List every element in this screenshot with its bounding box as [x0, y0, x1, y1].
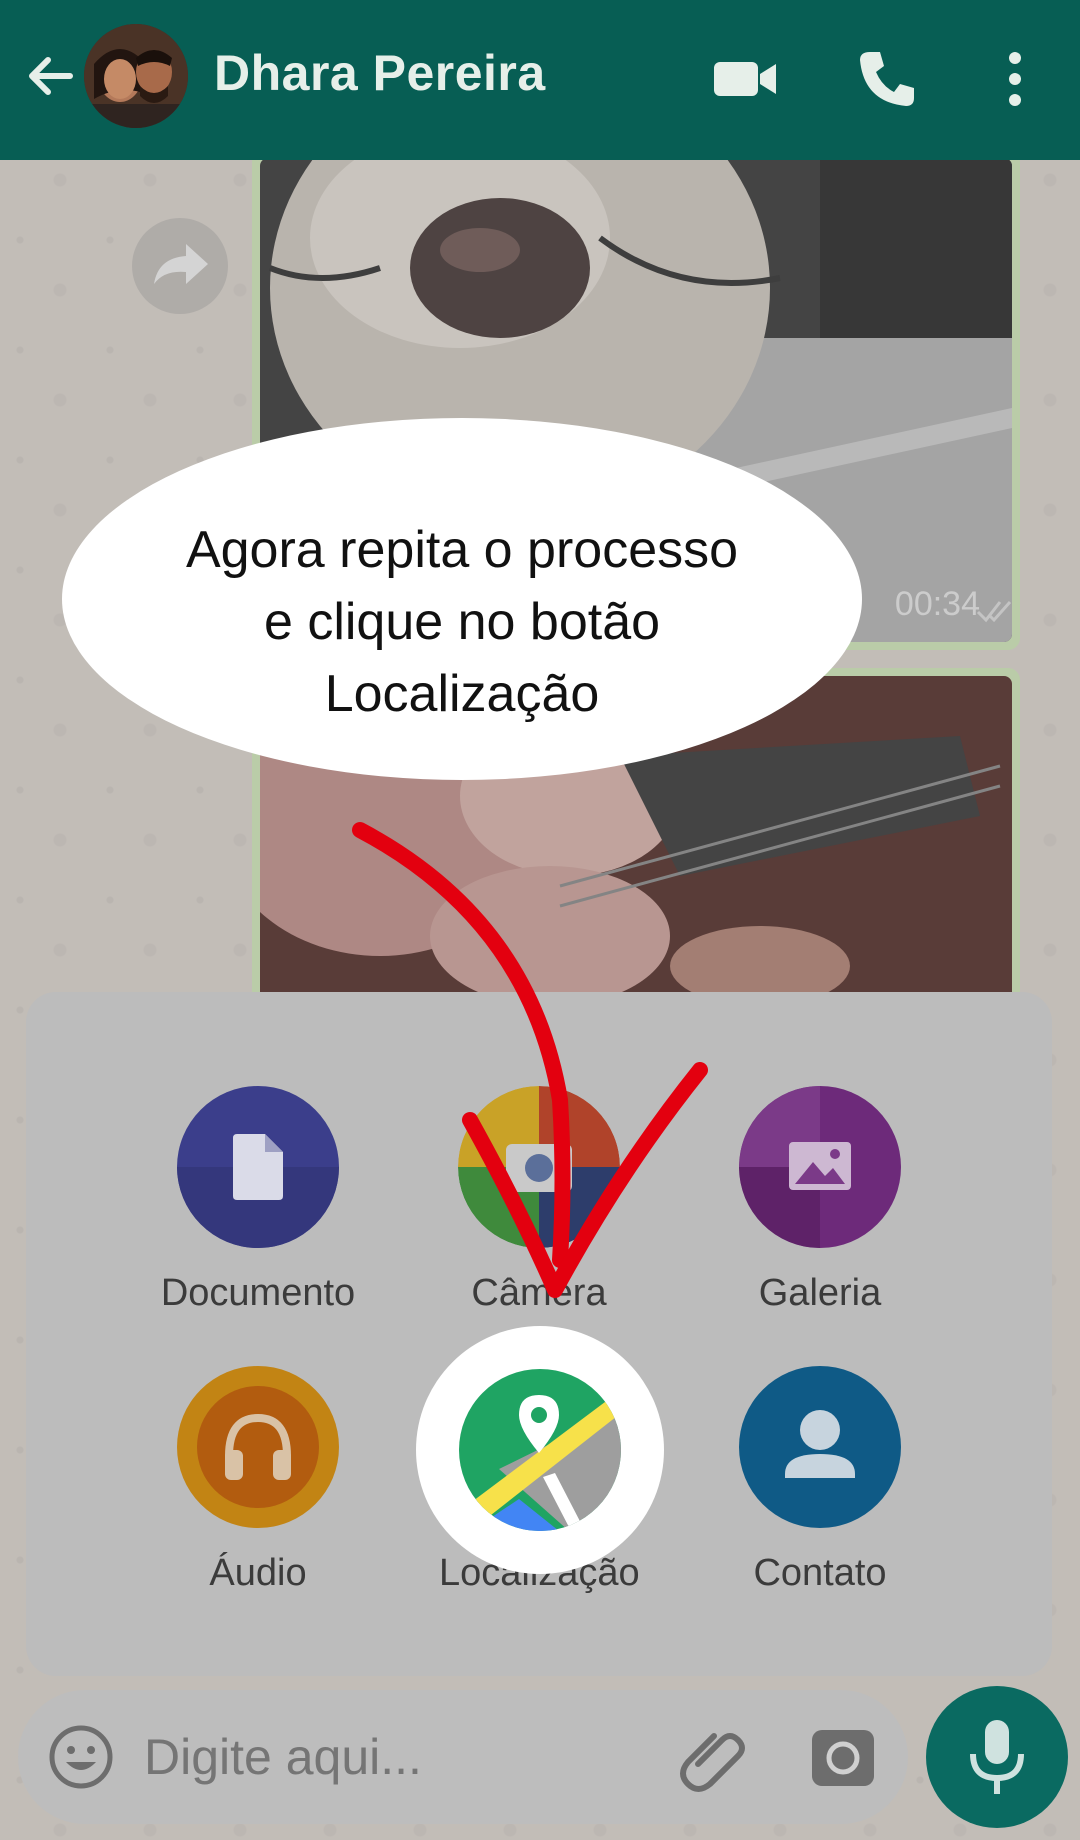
- location-icon: [459, 1369, 621, 1531]
- camera-icon[interactable]: [808, 1722, 878, 1792]
- back-arrow-icon[interactable]: [22, 48, 78, 104]
- more-options-icon[interactable]: [980, 44, 1050, 114]
- attach-audio-button[interactable]: Áudio: [158, 1366, 358, 1595]
- attach-camera-label: Câmera: [471, 1272, 607, 1314]
- message-input[interactable]: [144, 1728, 664, 1786]
- headphones-icon: [177, 1366, 339, 1528]
- document-icon: [177, 1086, 339, 1248]
- avatar[interactable]: [84, 24, 188, 128]
- attach-gallery-button[interactable]: Galeria: [720, 1086, 920, 1315]
- gallery-icon: [739, 1086, 901, 1248]
- attach-icon[interactable]: [678, 1720, 752, 1794]
- camera-icon: [458, 1086, 620, 1248]
- attach-contact-label: Contato: [753, 1552, 887, 1594]
- message-composer: [18, 1690, 908, 1824]
- chat-header: Dhara Pereira: [0, 0, 1080, 160]
- attach-camera-button[interactable]: Câmera: [439, 1086, 639, 1315]
- attach-document-label: Documento: [160, 1272, 356, 1314]
- attach-gallery-label: Galeria: [758, 1272, 882, 1314]
- contact-name[interactable]: Dhara Pereira: [214, 44, 546, 102]
- attach-audio-label: Áudio: [209, 1552, 307, 1594]
- mic-icon: [970, 1720, 1024, 1794]
- location-spotlight[interactable]: [416, 1326, 664, 1574]
- mic-button[interactable]: [926, 1686, 1068, 1828]
- callout-line-1: Agora repita o processo: [185, 521, 739, 579]
- attach-document-button[interactable]: Documento: [158, 1086, 358, 1315]
- contact-icon: [739, 1366, 901, 1528]
- phone-icon[interactable]: [852, 44, 922, 114]
- callout-line-2: e clique no botão: [263, 593, 661, 651]
- callout-line-3: Localização: [324, 665, 600, 723]
- video-call-icon[interactable]: [710, 44, 780, 114]
- attach-contact-button[interactable]: Contato: [720, 1366, 920, 1595]
- tutorial-callout: Agora repita o processo e clique no botã…: [62, 418, 862, 780]
- emoji-icon[interactable]: [48, 1724, 114, 1790]
